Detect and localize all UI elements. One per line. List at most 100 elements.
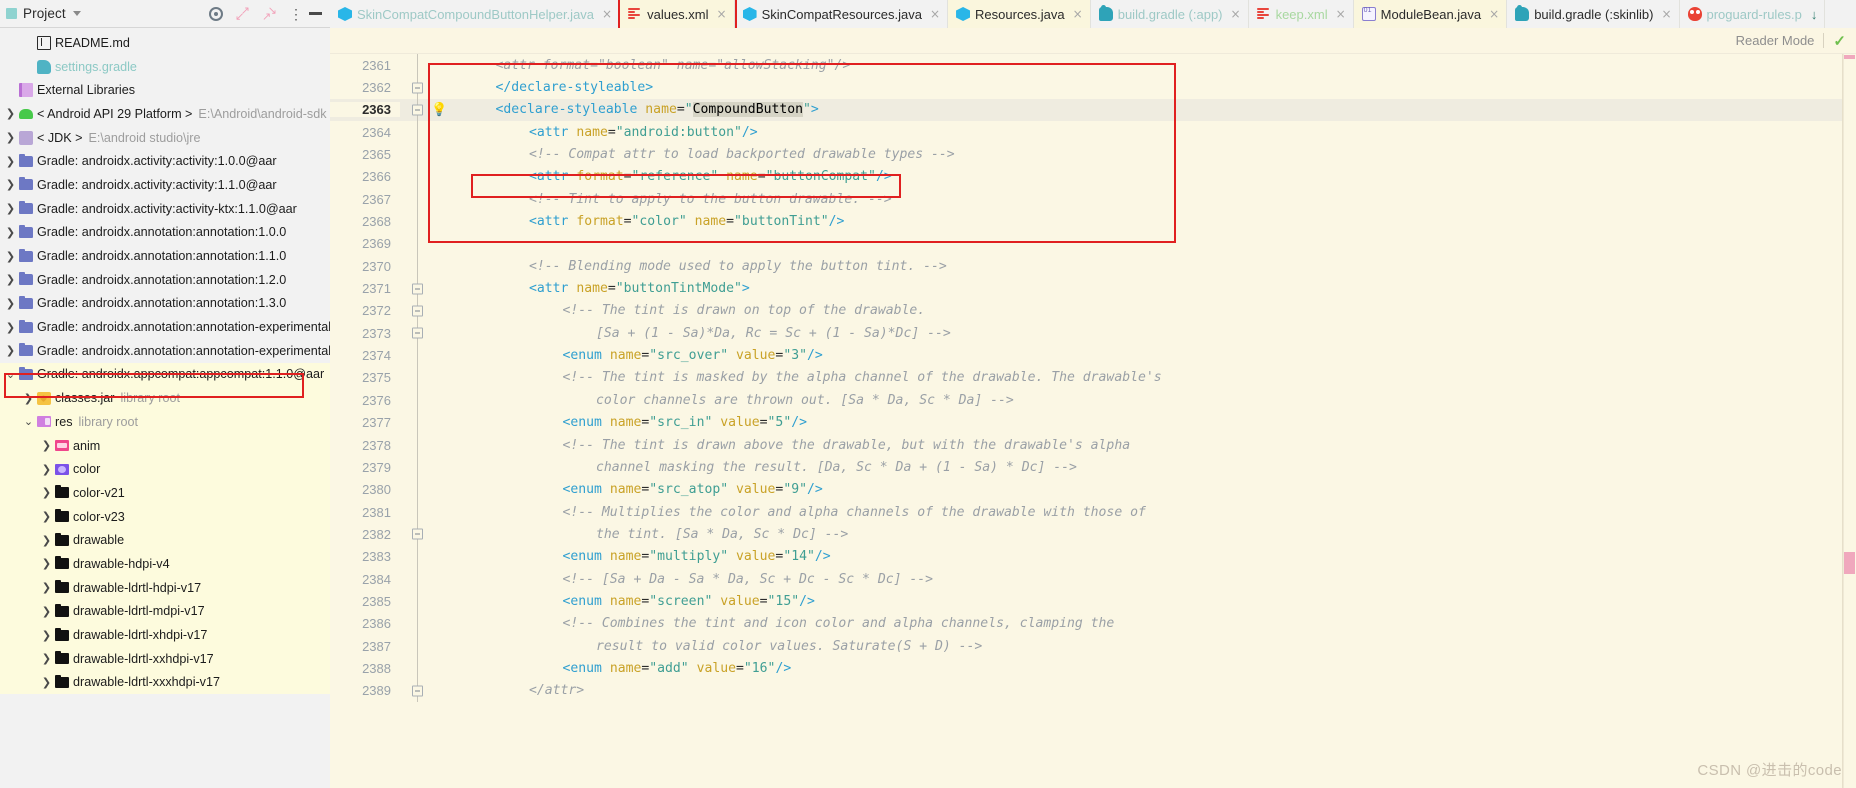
code-line[interactable]: 2373 [Sa + (1 - Sa)*Da, Rc = Sc + (1 - Sa…	[330, 322, 1856, 345]
fold-collapse-icon[interactable]	[412, 685, 423, 697]
fold-gutter[interactable]	[400, 165, 434, 189]
tab-close-icon[interactable]: ×	[1231, 7, 1241, 21]
tree-expand-arrow-icon[interactable]: ❯	[4, 297, 17, 310]
editor-tab-proguard-rules-p[interactable]: proguard-rules.p ↓	[1680, 0, 1826, 28]
code-line[interactable]: 2376 color channels are thrown out. [Sa *…	[330, 389, 1856, 412]
inspection-ok-icon[interactable]: ✓	[1833, 32, 1846, 50]
tree-expand-arrow-icon[interactable]: ❯	[40, 629, 53, 642]
tab-close-icon[interactable]: ×	[602, 7, 612, 21]
tab-close-icon[interactable]: ×	[1489, 7, 1499, 21]
hide-panel-icon[interactable]	[309, 12, 322, 15]
tree-expand-arrow-icon[interactable]: ❯	[40, 534, 53, 547]
editor-tab-build-gradle-skinlib[interactable]: build.gradle (:skinlib) ×	[1507, 0, 1680, 28]
fold-gutter[interactable]	[400, 54, 434, 77]
chevron-down-icon[interactable]	[72, 11, 81, 16]
tree-item[interactable]: README.md	[0, 31, 330, 55]
fold-gutter[interactable]: 💡	[400, 98, 447, 122]
code-line[interactable]: 2362 </declare-styleable>	[330, 76, 1856, 99]
fold-gutter[interactable]	[400, 366, 434, 390]
code-line[interactable]: 2384 <!-- [Sa + Da - Sa * Da, Sc + Dc - S…	[330, 567, 1856, 591]
tree-expand-arrow-icon[interactable]: ❯	[40, 581, 53, 594]
code-line[interactable]: 2380 <enum name="src_atop" value="9"/>	[330, 478, 1856, 501]
tree-item[interactable]: ❯ Gradle: androidx.activity:activity:1.1.…	[0, 173, 330, 197]
tree-expand-arrow-icon[interactable]: ❯	[40, 510, 53, 523]
tree-expand-arrow-icon[interactable]: ❯	[4, 107, 17, 120]
fold-collapse-icon[interactable]	[412, 82, 423, 94]
code-line[interactable]: 2389 </attr>	[330, 679, 1856, 702]
code-line[interactable]: 2363 💡 <declare-styleable name="CompoundBu…	[330, 98, 1856, 122]
fold-collapse-icon[interactable]	[412, 283, 423, 295]
tree-expand-arrow-icon[interactable]: ❯	[40, 439, 53, 452]
code-line[interactable]: 2375 <!-- The tint is masked by the alpha…	[330, 366, 1856, 390]
tree-item[interactable]: ❯ Gradle: androidx.annotation:annotation:…	[0, 268, 330, 292]
fold-gutter[interactable]	[400, 121, 434, 144]
editor-tab-values-xml[interactable]: values.xml ×	[618, 0, 737, 28]
tree-expand-arrow-icon[interactable]: ❯	[4, 250, 17, 263]
tree-expand-arrow-icon[interactable]: ❯	[4, 226, 17, 239]
code-line[interactable]: 2370 <!-- Blending mode used to apply the…	[330, 255, 1856, 278]
fold-gutter[interactable]	[400, 143, 434, 166]
tab-overflow-icon[interactable]: ↓	[1811, 7, 1818, 22]
code-line[interactable]: 2385 <enum name="screen" value="15"/>	[330, 590, 1856, 613]
tree-item[interactable]: ❯ color	[0, 457, 330, 482]
tree-expand-arrow-icon[interactable]: ❯	[40, 652, 53, 665]
code-line[interactable]: 2388 <enum name="add" value="16"/>	[330, 657, 1856, 680]
code-line[interactable]: 2379 channel masking the result. [Da, Sc …	[330, 456, 1856, 479]
fold-gutter[interactable]	[400, 411, 434, 434]
fold-gutter[interactable]	[400, 634, 434, 658]
fold-gutter[interactable]	[400, 590, 434, 613]
tree-item[interactable]: ❯ drawable	[0, 528, 330, 553]
tree-expand-arrow-icon[interactable]: ❯	[4, 178, 17, 191]
collapse-all-icon[interactable]: ↙ ↗	[235, 5, 250, 23]
tree-expand-arrow-icon[interactable]: ⌄	[22, 415, 35, 428]
code-lines[interactable]: 2361 <attr format="boolean" name="allowSt…	[330, 54, 1856, 702]
code-line[interactable]: 2361 <attr format="boolean" name="allowSt…	[330, 54, 1856, 77]
fold-gutter[interactable]	[400, 76, 434, 99]
tree-item[interactable]: ❯ Gradle: androidx.activity:activity-ktx:…	[0, 197, 330, 221]
expand-all-icon[interactable]: ↗ ↘	[262, 5, 277, 23]
fold-collapse-icon[interactable]	[412, 528, 423, 540]
code-line[interactable]: 2378 <!-- The tint is drawn above the dra…	[330, 433, 1856, 457]
tree-expand-arrow-icon[interactable]: ❯	[40, 557, 53, 570]
fold-gutter[interactable]	[400, 657, 434, 680]
more-options-icon[interactable]: ⋮	[289, 7, 303, 21]
tree-item[interactable]: ❯ < JDK > E:\android studio\jre	[0, 126, 330, 150]
fold-gutter[interactable]	[400, 523, 434, 546]
fold-gutter[interactable]	[400, 232, 434, 256]
editor-tab-modulebean-java[interactable]: ModuleBean.java ×	[1353, 0, 1508, 28]
project-tree-panel[interactable]: README.md settings.gradle External Librari…	[0, 28, 330, 788]
fold-gutter[interactable]	[400, 188, 434, 211]
scrollbar-markers[interactable]	[1843, 54, 1856, 788]
tree-expand-arrow-icon[interactable]: ❯	[40, 463, 53, 476]
tree-expand-arrow-icon[interactable]: ❯	[40, 676, 53, 689]
tree-item[interactable]: ⌄ res library root	[0, 410, 330, 434]
locate-target-icon[interactable]	[209, 6, 223, 21]
tree-item[interactable]: ❯ Gradle: androidx.activity:activity:1.0.…	[0, 149, 330, 173]
tree-item[interactable]: ❯ color-v23	[0, 504, 330, 529]
tree-expand-arrow-icon[interactable]: ❯	[40, 486, 53, 499]
fold-collapse-icon[interactable]	[412, 104, 423, 116]
tree-expand-arrow-icon[interactable]: ❯	[4, 131, 17, 144]
tab-close-icon[interactable]: ×	[930, 7, 940, 21]
editor-tab-build-gradle-app[interactable]: build.gradle (:app) ×	[1091, 0, 1249, 28]
tree-item[interactable]: ❯ drawable-ldrtl-xhdpi-v17	[0, 623, 330, 647]
code-line[interactable]: 2369	[330, 232, 1856, 256]
fold-gutter[interactable]	[400, 277, 434, 300]
tree-item[interactable]: ❯ color-v21	[0, 481, 330, 505]
tree-expand-arrow-icon[interactable]: ❯	[4, 344, 17, 357]
editor-tab-skincompatcompoundbuttonhelper-java[interactable]: SkinCompatCompoundButtonHelper.java ×	[330, 0, 621, 28]
editor-tab-skincompatresources-java[interactable]: SkinCompatResources.java ×	[735, 0, 949, 28]
code-line[interactable]: 2377 <enum name="src_in" value="5"/>	[330, 411, 1856, 434]
tree-item[interactable]: ❯ drawable-ldrtl-xxhdpi-v17	[0, 646, 330, 671]
tree-expand-arrow-icon[interactable]: ❯	[4, 155, 17, 168]
code-line[interactable]: 2372 <!-- The tint is drawn on top of the…	[330, 299, 1856, 323]
code-line[interactable]: 2366 <attr format="reference" name="butto…	[330, 165, 1856, 189]
code-line[interactable]: 2387 result to valid color values. Satura…	[330, 634, 1856, 658]
code-editor[interactable]: Reader Mode ✓ 2361 <attr format="boolean"…	[330, 28, 1856, 788]
intention-bulb-icon[interactable]: 💡	[431, 102, 447, 117]
fold-collapse-icon[interactable]	[412, 327, 423, 339]
tree-item[interactable]: ❯ drawable-ldrtl-hdpi-v17	[0, 575, 330, 600]
fold-gutter[interactable]	[400, 478, 434, 501]
tree-item[interactable]: settings.gradle	[0, 55, 330, 79]
tree-item[interactable]: ❯ Gradle: androidx.annotation:annotation:…	[0, 221, 330, 245]
